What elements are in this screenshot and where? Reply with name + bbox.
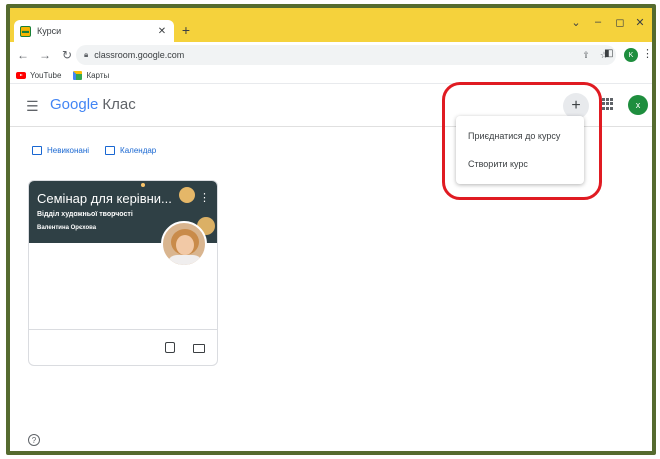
course-section: Відділ художньої творчості: [37, 211, 133, 218]
forward-icon[interactable]: →: [36, 48, 54, 62]
tab-title: Курси: [37, 26, 62, 36]
maximize-icon[interactable]: ◻: [610, 16, 630, 29]
tab-courses[interactable]: ▬ Курси ✕: [14, 20, 174, 42]
folder-icon[interactable]: [193, 344, 205, 353]
checklist-icon: [32, 146, 42, 155]
course-title[interactable]: Семінар для керівни...: [37, 191, 177, 206]
bookmark-label: Карты: [86, 71, 110, 80]
profile-icon[interactable]: K: [624, 48, 638, 62]
link-calendar-label: Календар: [120, 146, 157, 155]
screenshot-frame: ▬ Курси ✕ + ⌄ – ◻ ✕ ← → ↻ 🔒︎ classroom.g…: [0, 0, 660, 459]
more-options-icon[interactable]: ⋮: [199, 191, 210, 204]
calendar-icon: [105, 146, 116, 155]
classroom-favicon-icon: ▬: [20, 25, 31, 37]
reload-icon[interactable]: ↻: [58, 48, 76, 62]
bookmark-maps[interactable]: Карты: [73, 71, 109, 80]
teacher-photo-avatar: [161, 221, 207, 267]
maps-icon: [73, 71, 83, 80]
bookmark-label: YouTube: [30, 71, 62, 80]
new-tab-button[interactable]: +: [178, 22, 194, 38]
address-bar[interactable]: 🔒︎ classroom.google.com ⇪ ☆: [76, 45, 616, 65]
logo-product: Клас: [102, 96, 136, 113]
link-todo[interactable]: Невиконані: [32, 146, 89, 155]
filter-links: Невиконані Календар: [32, 146, 172, 155]
browser-menu-icon[interactable]: ⋮: [642, 47, 652, 60]
share-icon[interactable]: ⇪: [582, 50, 590, 61]
help-icon[interactable]: ?: [28, 434, 40, 446]
logo-google: Google: [50, 96, 99, 113]
account-avatar[interactable]: x: [628, 95, 648, 115]
back-icon[interactable]: ←: [14, 48, 32, 62]
tab-strip: ▬ Курси ✕ + ⌄ – ◻ ✕: [10, 8, 652, 42]
classroom-logo[interactable]: Google Клас: [50, 96, 136, 113]
url-text[interactable]: classroom.google.com: [94, 50, 572, 60]
bookmark-youtube[interactable]: YouTube: [16, 71, 61, 80]
banner-decoration: [179, 187, 195, 203]
course-card[interactable]: Семінар для керівни... Відділ художньої …: [28, 180, 218, 366]
lock-icon[interactable]: 🔒︎: [84, 50, 88, 60]
side-panel-icon[interactable]: ◧: [604, 48, 613, 59]
course-card-footer: [29, 329, 217, 365]
tab-close-icon[interactable]: ✕: [156, 26, 168, 37]
close-window-icon[interactable]: ✕: [630, 16, 650, 29]
minimize-icon[interactable]: –: [588, 16, 608, 28]
hamburger-menu-icon[interactable]: ☰: [26, 98, 39, 115]
link-todo-label: Невиконані: [47, 146, 90, 155]
banner-decoration: [141, 183, 145, 187]
course-teacher: Валентина Орєхова: [37, 225, 97, 231]
browser-toolbar: ← → ↻ 🔒︎ classroom.google.com ⇪ ☆ ◧ K ⋮: [10, 42, 652, 68]
youtube-icon: [16, 72, 26, 79]
google-apps-icon[interactable]: [602, 98, 614, 110]
work-portfolio-icon[interactable]: [165, 342, 175, 353]
tab-search-icon[interactable]: ⌄: [566, 16, 586, 29]
annotation-highlight-ring: [442, 82, 602, 200]
link-calendar[interactable]: Календар: [105, 146, 156, 155]
browser-window: ▬ Курси ✕ + ⌄ – ◻ ✕ ← → ↻ 🔒︎ classroom.g…: [10, 8, 652, 451]
